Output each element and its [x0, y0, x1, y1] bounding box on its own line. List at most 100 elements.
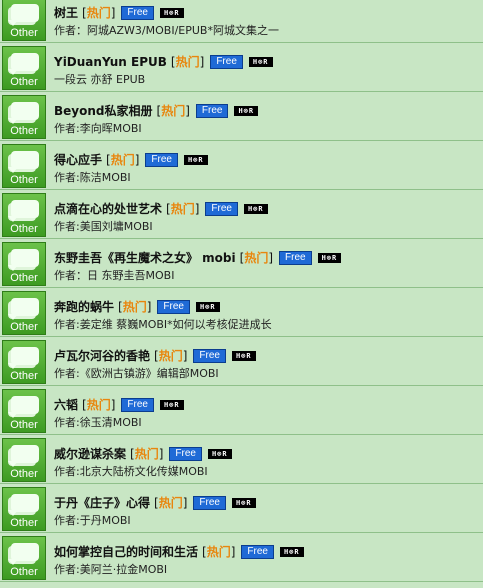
free-badge: Free: [121, 397, 154, 412]
chat-bubble-tail: [8, 510, 18, 516]
free-badge: Free: [121, 5, 154, 20]
hr-badge: H⊗R: [159, 7, 184, 18]
item-title[interactable]: 点滴在心的处世艺术: [54, 200, 162, 217]
item-author: 作者:美阿兰·拉金MOBI: [54, 563, 168, 576]
item-title[interactable]: Beyond私家相册: [54, 102, 153, 119]
list-item[interactable]: Other 如何掌控自己的时间和生活 [热门] Free H⊗R 作者:美阿兰·…: [0, 533, 483, 582]
free-badge: Free: [279, 250, 312, 265]
category-label: Other: [10, 174, 38, 186]
category-label: Other: [10, 321, 38, 333]
category-label: Other: [10, 517, 38, 529]
category-label: Other: [10, 76, 38, 88]
hot-label: 热门: [122, 300, 147, 314]
hot-label: 热门: [110, 153, 135, 167]
item-title-line: 六韬 [热门] Free H⊗R: [54, 396, 184, 413]
list-item[interactable]: Other YiDuanYun EPUB [热门] Free H⊗R 一段云 亦…: [0, 43, 483, 92]
category-label: Other: [10, 566, 38, 578]
item-title[interactable]: 奔跑的蜗牛: [54, 298, 114, 315]
chat-bubble-tail: [8, 461, 18, 467]
free-badge: Free: [169, 446, 202, 461]
hot-tag: [热门]: [82, 398, 116, 412]
category-label: Other: [10, 125, 38, 137]
category-other-icon[interactable]: Other: [2, 291, 46, 335]
category-other-icon[interactable]: Other: [2, 340, 46, 384]
hr-badge: H⊗R: [243, 203, 268, 214]
item-author: 作者：日 东野圭吾MOBI: [54, 269, 175, 282]
item-title-line: YiDuanYun EPUB [热门] Free H⊗R: [54, 53, 273, 70]
free-badge: Free: [205, 201, 238, 216]
item-title[interactable]: 威尔逊谋杀案: [54, 445, 126, 462]
hot-tag: [热门]: [170, 55, 205, 69]
hot-label: 热门: [134, 447, 159, 461]
category-other-icon[interactable]: Other: [2, 536, 46, 580]
item-author: 作者:北京大陆桥文化传媒MOBI: [54, 465, 208, 478]
item-title[interactable]: YiDuanYun EPUB: [54, 55, 167, 69]
hot-tag: [热门]: [239, 251, 274, 265]
free-badge: Free: [210, 54, 243, 69]
item-author: 作者:于丹MOBI: [54, 514, 131, 527]
list-item[interactable]: Other 点滴在心的处世艺术 [热门] Free H⊗R 作者:美国刘墉MOB…: [0, 190, 483, 239]
category-other-icon[interactable]: Other: [2, 487, 46, 531]
item-title[interactable]: 东野圭吾《再生魔术之女》 mobi: [54, 249, 236, 266]
category-other-icon[interactable]: Other: [2, 95, 46, 139]
item-title[interactable]: 于丹《庄子》心得: [54, 494, 150, 511]
free-badge: Free: [193, 495, 226, 510]
category-label: Other: [10, 272, 38, 284]
item-title-line: 得心应手 [热门] Free H⊗R: [54, 151, 208, 168]
item-title-line: 于丹《庄子》心得 [热门] Free H⊗R: [54, 494, 256, 511]
hr-badge: H⊗R: [231, 350, 256, 361]
hr-badge: H⊗R: [195, 301, 220, 312]
item-title[interactable]: 六韬: [54, 396, 78, 413]
list-item[interactable]: Other 得心应手 [热门] Free H⊗R 作者:陈洁MOBI: [0, 141, 483, 190]
list-item[interactable]: Other 威尔逊谋杀案 [热门] Free H⊗R 作者:北京大陆桥文化传媒M…: [0, 435, 483, 484]
chat-bubble-tail: [8, 118, 18, 124]
free-badge: Free: [195, 103, 229, 118]
list-item[interactable]: Other 卢瓦尔河谷的香艳 [热门] Free H⊗R 作者:《欧洲古镇游》编…: [0, 337, 483, 386]
category-other-icon[interactable]: Other: [2, 193, 46, 237]
category-other-icon[interactable]: Other: [2, 438, 46, 482]
item-title-line: 奔跑的蜗牛 [热门] Free H⊗R: [54, 298, 220, 315]
item-author: 一段云 亦舒 EPUB: [54, 73, 146, 86]
list-item[interactable]: Other 于丹《庄子》心得 [热门] Free H⊗R 作者:于丹MOBI: [0, 484, 483, 533]
chat-bubble-tail: [8, 314, 18, 320]
item-title-line: 东野圭吾《再生魔术之女》 mobi [热门] Free H⊗R: [54, 249, 342, 266]
chat-bubble-tail: [8, 167, 18, 173]
free-badge: Free: [193, 348, 226, 363]
hot-tag: [热门]: [82, 6, 116, 20]
item-title[interactable]: 卢瓦尔河谷的香艳: [54, 347, 150, 364]
hr-badge: H⊗R: [248, 56, 273, 67]
item-title[interactable]: 树王: [54, 4, 78, 21]
hot-tag: [热门]: [156, 104, 190, 118]
item-author: 作者:《欧洲古镇游》编辑部MOBI: [54, 367, 219, 380]
category-other-icon[interactable]: Other: [2, 0, 46, 41]
list-item[interactable]: Other Beyond私家相册 [热门] Free H⊗R 作者:李向晖MOB…: [0, 92, 483, 141]
hot-tag: [热门]: [154, 496, 188, 510]
hot-label: 热门: [158, 349, 183, 363]
chat-bubble-tail: [8, 216, 18, 222]
item-title-line: 卢瓦尔河谷的香艳 [热门] Free H⊗R: [54, 347, 256, 364]
chat-bubble-tail: [8, 265, 18, 271]
item-title-line: 如何掌控自己的时间和生活 [热门] Free H⊗R: [54, 543, 304, 560]
item-author: 作者:徐玉清MOBI: [54, 416, 142, 429]
hot-label: 热门: [158, 496, 183, 510]
hr-badge: H⊗R: [279, 546, 304, 557]
free-badge: Free: [157, 299, 190, 314]
item-author: 作者:李向晖MOBI: [54, 122, 142, 135]
hot-label: 热门: [206, 545, 231, 559]
list-item[interactable]: Other 东野圭吾《再生魔术之女》 mobi [热门] Free H⊗R 作者…: [0, 239, 483, 288]
free-badge: Free: [241, 544, 274, 559]
category-other-icon[interactable]: Other: [2, 46, 46, 90]
category-other-icon[interactable]: Other: [2, 242, 46, 286]
item-title-line: 树王 [热门] Free H⊗R: [54, 4, 184, 21]
category-label: Other: [10, 223, 38, 235]
hr-badge: H⊗R: [207, 448, 232, 459]
category-other-icon[interactable]: Other: [2, 144, 46, 188]
category-label: Other: [10, 468, 38, 480]
item-title[interactable]: 得心应手: [54, 151, 102, 168]
category-other-icon[interactable]: Other: [2, 389, 46, 433]
item-title[interactable]: 如何掌控自己的时间和生活: [54, 543, 198, 560]
list-item[interactable]: Other 奔跑的蜗牛 [热门] Free H⊗R 作者:姜定维 蔡巍MOBI*…: [0, 288, 483, 337]
list-item[interactable]: Other 树王 [热门] Free H⊗R 作者：阿城AZW3/MOBI/EP…: [0, 0, 483, 43]
list-item[interactable]: Other 六韬 [热门] Free H⊗R 作者:徐玉清MOBI: [0, 386, 483, 435]
chat-bubble-tail: [8, 69, 18, 75]
